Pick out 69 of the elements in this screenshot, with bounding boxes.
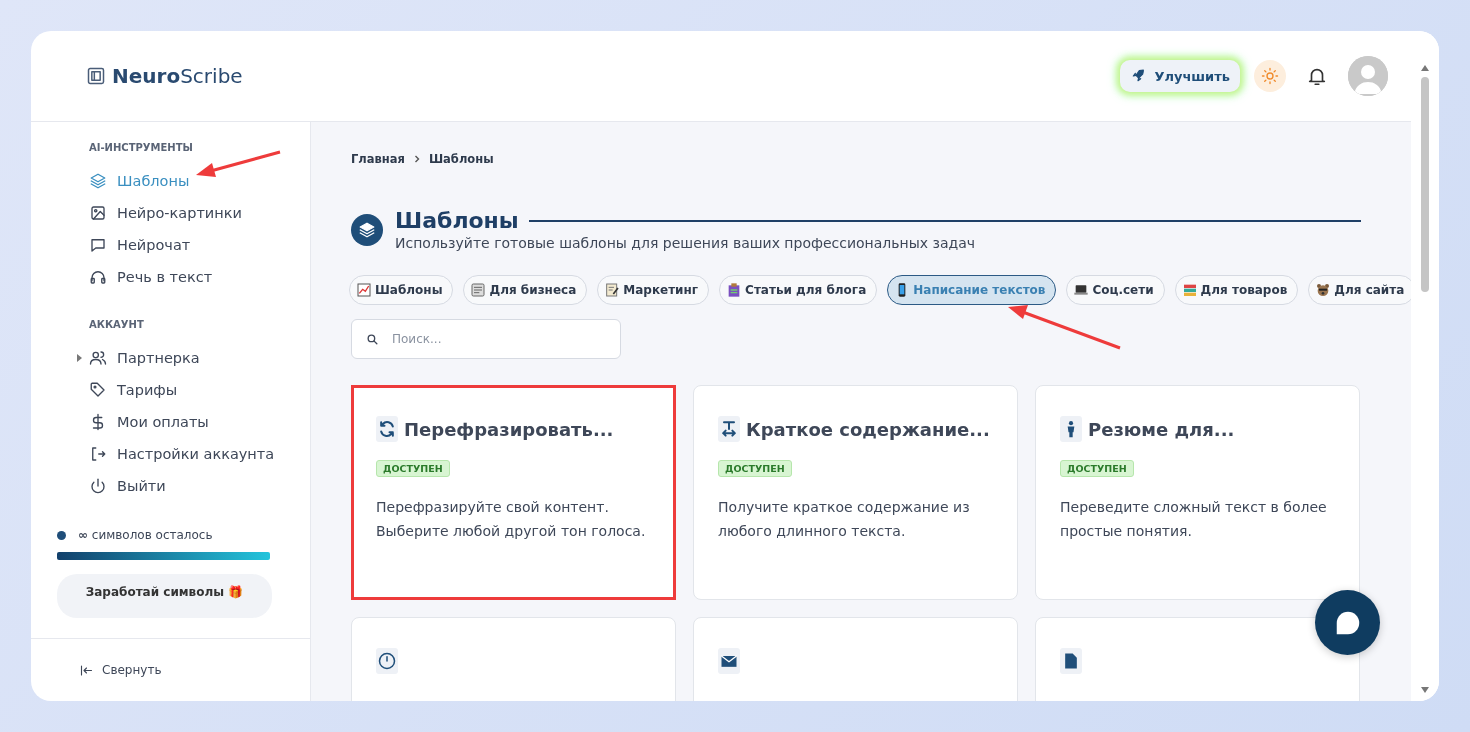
category-chip[interactable]: Статьи для блога: [719, 275, 878, 305]
layers-icon: [89, 172, 107, 190]
rocket-icon: [1130, 68, 1147, 84]
sun-icon: [1261, 67, 1279, 85]
category-chip[interactable]: Маркетинг: [597, 275, 710, 305]
section-label: АККАУНТ: [89, 319, 145, 330]
upgrade-button[interactable]: Улучшить: [1120, 60, 1240, 92]
status-badge: ДОСТУПЕН: [718, 460, 792, 477]
sidebar-item[interactable]: Нейрочат: [73, 229, 286, 261]
sidebar-item[interactable]: Мои оплаты: [73, 406, 286, 438]
caret-icon[interactable]: [77, 354, 82, 362]
status-badge: ДОСТУПЕН: [1060, 460, 1134, 477]
template-card[interactable]: Резюме для... ДОСТУПЕН Переведите сложный текст в более простые понятия.: [1035, 385, 1360, 600]
sidebar-item[interactable]: Выйти: [73, 470, 286, 502]
breadcrumb-link[interactable]: Главная: [351, 152, 405, 166]
category-chip[interactable]: Для бизнеса: [463, 275, 588, 305]
credits-text: ∞ символов осталось: [78, 528, 213, 542]
sidebar-item[interactable]: Шаблоны: [73, 165, 286, 197]
search-field[interactable]: Поиск...: [351, 319, 621, 359]
sidebar-item[interactable]: Настройки аккаунта: [73, 438, 286, 470]
sidebar-item[interactable]: Речь в текст: [73, 261, 286, 293]
tag-icon: [89, 381, 107, 399]
layers-glyph: [358, 220, 376, 239]
clock-icon: [377, 651, 397, 671]
chat-icon: [89, 236, 107, 254]
card-title: Перефразировать...: [404, 418, 614, 440]
sidebar-item[interactable]: Нейро-картинки: [73, 197, 286, 229]
card-title: Резюме для...: [1088, 418, 1235, 440]
headphones-icon: [89, 268, 107, 286]
sidebar-item[interactable]: Партнерка: [73, 342, 286, 374]
bear-icon: [1315, 282, 1332, 298]
logout-icon: [89, 445, 107, 463]
section-label: AI-ИНСТРУМЕНТЫ: [89, 142, 194, 153]
status-badge: ДОСТУПЕН: [376, 460, 450, 477]
category-chip[interactable]: Соц.сети: [1066, 275, 1165, 305]
earn-button[interactable]: Заработай символы 🎁: [57, 574, 272, 618]
card-description: Переведите сложный текст в более простые понятия.: [1060, 498, 1328, 541]
page-subtitle: Используйте готовые шаблоны для решения ваших профессиональных задач: [395, 235, 977, 251]
collapse-button[interactable]: Свернуть: [31, 638, 310, 701]
template-card[interactable]: Краткое содержание... ДОСТУПЕН Получите краткое содержание из любого длинного текста.: [693, 385, 1018, 600]
status-dot: [57, 530, 66, 540]
refresh-icon: [377, 419, 397, 439]
memo-icon: [604, 282, 621, 298]
chevron-icon: [412, 155, 421, 163]
text-width-icon: [719, 419, 739, 439]
page-title: Шаблоны: [395, 208, 519, 233]
card-description: Получите краткое содержание из любого длинного текста.: [718, 498, 971, 541]
logo-icon: [86, 66, 106, 86]
laptop-icon: [1073, 282, 1090, 298]
power-icon: [89, 477, 107, 495]
chart-icon: [356, 282, 372, 298]
template-card[interactable]: Перефразировать... ДОСТУПЕН Перефразируйте свой контент. Выберите любой другой тон голоса.: [351, 385, 676, 600]
theme-toggle-button[interactable]: [1254, 60, 1286, 92]
scroll-up-icon[interactable]: [1421, 65, 1429, 71]
image-icon: [89, 204, 107, 222]
newspaper-icon: [470, 282, 487, 298]
brand-logo: NeuroScribe: [112, 64, 243, 88]
breadcrumb-link[interactable]: Шаблоны: [428, 152, 494, 166]
category-chip[interactable]: Для сайта: [1308, 275, 1411, 305]
scroll-down-icon[interactable]: [1421, 687, 1429, 693]
scrollbar-thumb[interactable]: [1421, 77, 1429, 292]
card-description: Перефразируйте свой контент. Выберите любой другой тон голоса.: [376, 498, 647, 541]
category-chip[interactable]: Для товаров: [1174, 275, 1299, 305]
sidebar-item[interactable]: Тарифы: [73, 374, 286, 406]
books-icon: [1181, 282, 1198, 298]
card-title: Краткое содержание...: [746, 418, 990, 440]
users-icon: [89, 349, 107, 367]
category-chip[interactable]: Шаблоны: [349, 275, 454, 305]
collapse-icon: [79, 662, 94, 678]
